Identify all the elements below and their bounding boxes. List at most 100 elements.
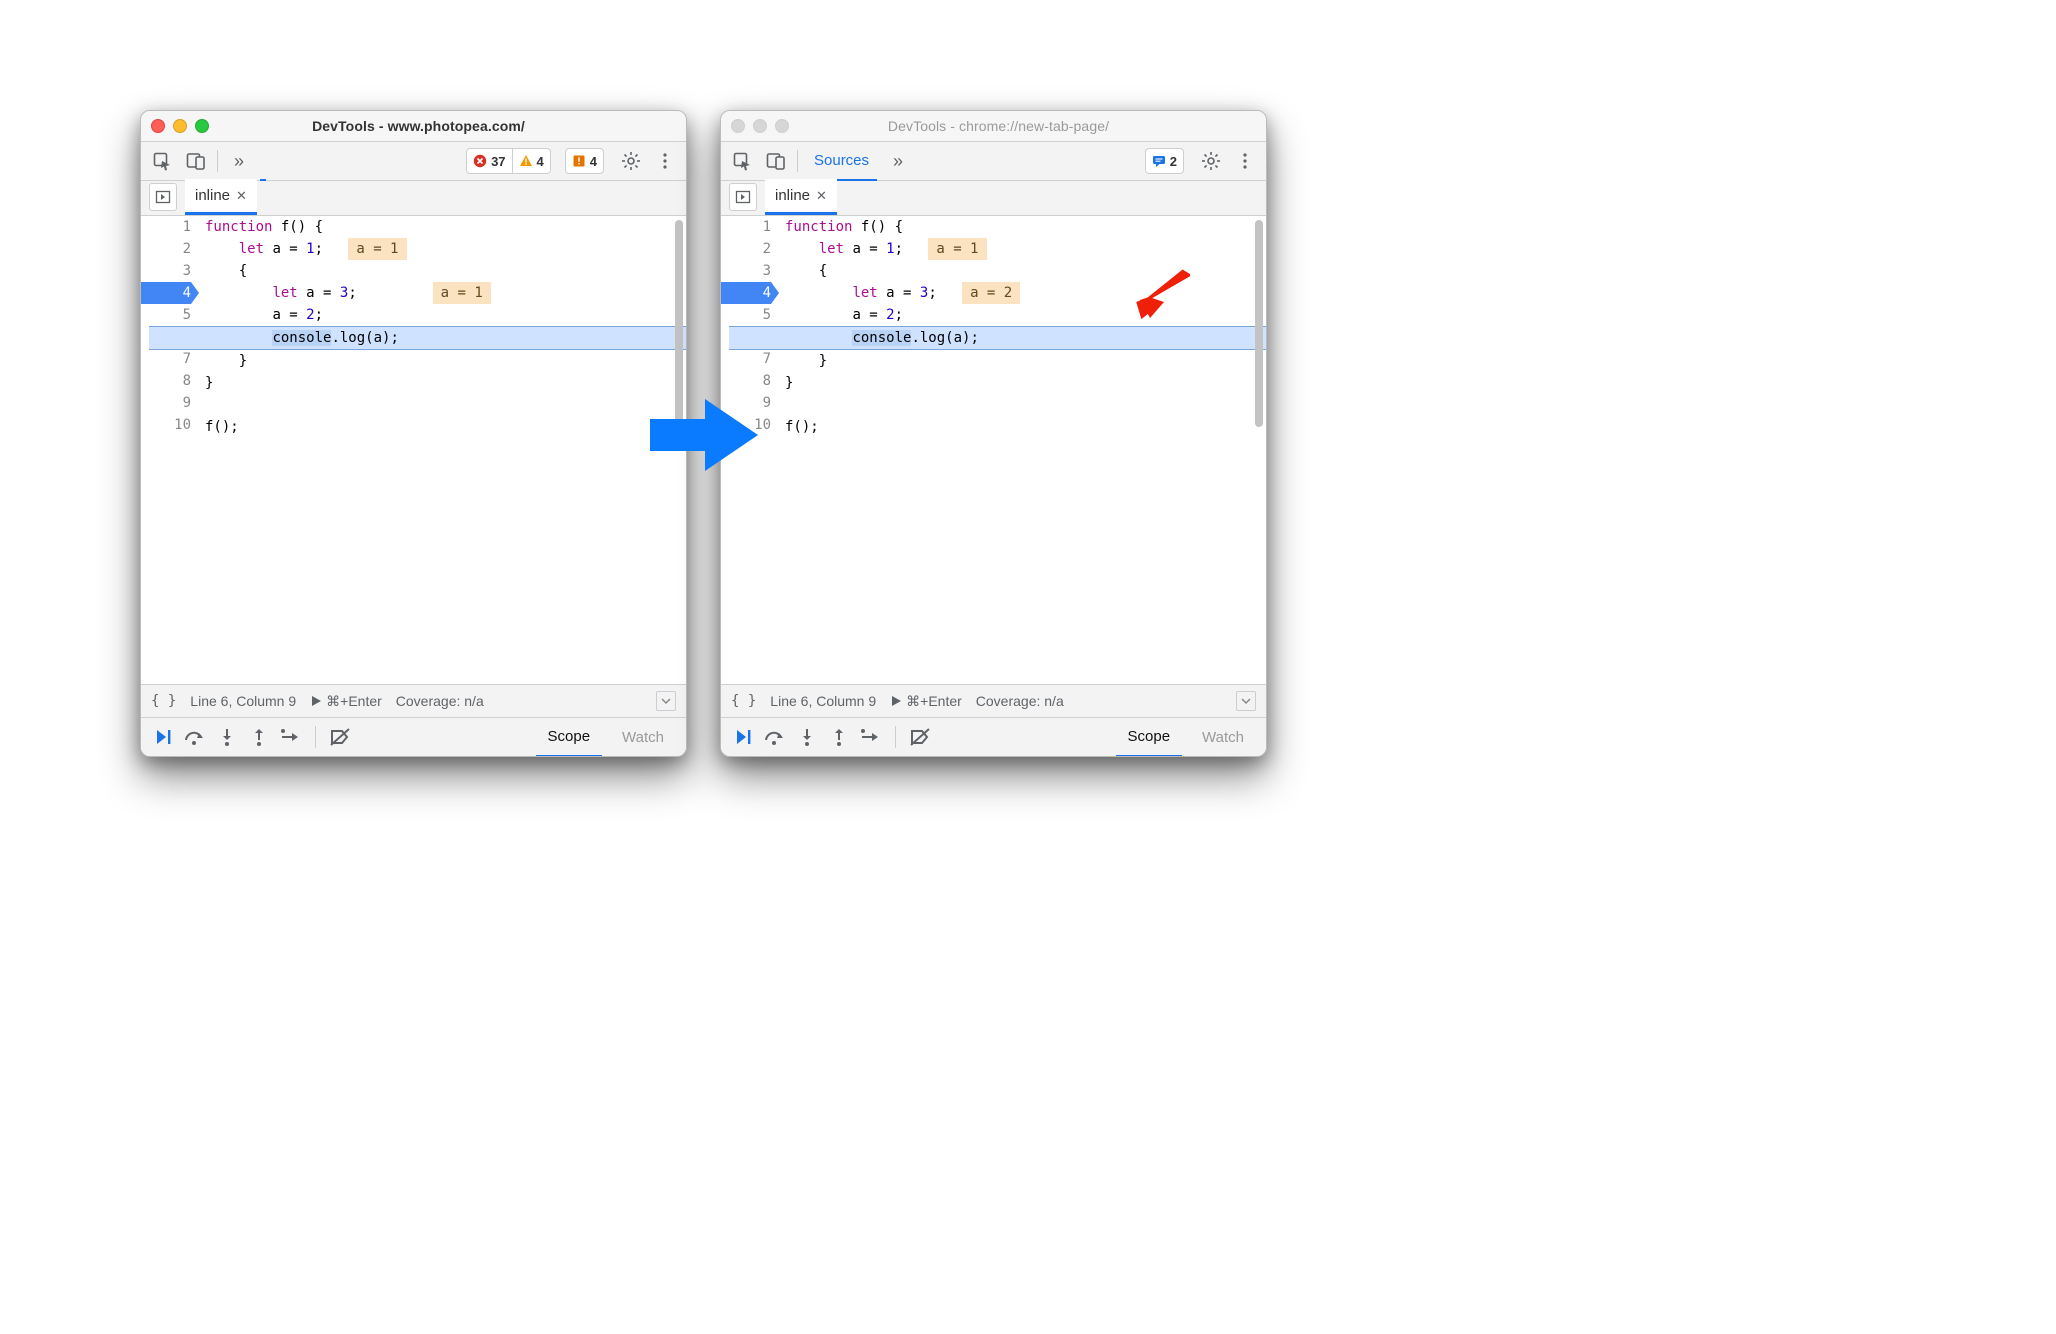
code-line[interactable]: { <box>205 260 686 282</box>
step-icon[interactable] <box>279 725 303 749</box>
code-editor[interactable]: 12345678910 function f() { let a = 1; a … <box>721 216 1266 684</box>
step-over-icon[interactable] <box>183 725 207 749</box>
minimize-window-icon[interactable] <box>173 119 187 133</box>
code-line[interactable]: f(); <box>785 416 1266 438</box>
step-into-icon[interactable] <box>795 725 819 749</box>
code-line[interactable] <box>785 394 1266 416</box>
code-line[interactable]: let a = 1; a = 1 <box>785 238 1266 260</box>
code-content[interactable]: function f() { let a = 1; a = 1 { let a … <box>199 216 686 684</box>
resume-icon[interactable] <box>151 725 175 749</box>
run-snippet[interactable]: ⌘+Enter <box>310 693 382 710</box>
line-number[interactable]: 5 <box>721 304 771 326</box>
code-line[interactable]: } <box>785 350 1266 372</box>
file-tab-inline[interactable]: inline ✕ <box>765 179 837 215</box>
issues-chip[interactable]: 4 <box>565 148 604 174</box>
resume-icon[interactable] <box>731 725 755 749</box>
zoom-window-icon[interactable] <box>195 119 209 133</box>
close-window-icon[interactable] <box>731 119 745 133</box>
code-line[interactable]: let a = 3; a = 2 <box>785 282 1266 304</box>
code-content[interactable]: function f() { let a = 1; a = 1 { let a … <box>779 216 1266 684</box>
devtools-window-left: DevTools - www.photopea.com/ » 37 <box>140 110 687 757</box>
minimize-window-icon[interactable] <box>753 119 767 133</box>
code-line[interactable]: let a = 1; a = 1 <box>205 238 686 260</box>
code-line[interactable]: } <box>785 372 1266 394</box>
line-number[interactable]: 10 <box>141 414 191 436</box>
code-line[interactable]: f(); <box>205 416 686 438</box>
more-panels-icon[interactable]: » <box>226 148 252 174</box>
line-number[interactable]: 7 <box>721 348 771 370</box>
sources-tab[interactable]: Sources <box>806 142 877 182</box>
line-number[interactable]: 7 <box>141 348 191 370</box>
run-snippet[interactable]: ⌘+Enter <box>890 693 962 710</box>
line-number[interactable]: 4 <box>721 282 779 304</box>
scope-tab[interactable]: Scope <box>1116 718 1183 758</box>
line-number[interactable]: 2 <box>721 238 771 260</box>
inspect-element-icon[interactable] <box>149 148 175 174</box>
code-line[interactable]: console.log(a); <box>729 326 1266 350</box>
pretty-print-icon[interactable]: { } <box>731 693 756 709</box>
watch-tab[interactable]: Watch <box>610 719 676 756</box>
line-number[interactable]: 9 <box>141 392 191 414</box>
code-line[interactable] <box>205 394 686 416</box>
line-number[interactable]: 2 <box>141 238 191 260</box>
step-over-icon[interactable] <box>763 725 787 749</box>
scope-tab[interactable]: Scope <box>536 718 603 758</box>
close-tab-icon[interactable]: ✕ <box>816 188 827 204</box>
code-line[interactable]: } <box>205 350 686 372</box>
more-panels-icon[interactable]: » <box>885 148 911 174</box>
line-number[interactable]: 3 <box>721 260 771 282</box>
expand-panel-icon[interactable] <box>1236 691 1256 711</box>
line-number[interactable]: 8 <box>721 370 771 392</box>
device-mode-icon[interactable] <box>763 148 789 174</box>
code-line[interactable]: a = 2; <box>205 304 686 326</box>
expand-panel-icon[interactable] <box>656 691 676 711</box>
close-tab-icon[interactable]: ✕ <box>236 188 247 204</box>
step-out-icon[interactable] <box>827 725 851 749</box>
code-editor[interactable]: 12345678910 function f() { let a = 1; a … <box>141 216 686 684</box>
titlebar[interactable]: DevTools - chrome://new-tab-page/ <box>721 111 1266 142</box>
device-mode-icon[interactable] <box>183 148 209 174</box>
code-line[interactable]: function f() { <box>205 216 686 238</box>
scrollbar[interactable] <box>1255 220 1263 680</box>
line-number[interactable]: 1 <box>721 216 771 238</box>
close-window-icon[interactable] <box>151 119 165 133</box>
line-gutter[interactable]: 12345678910 <box>141 216 199 684</box>
issues-chip[interactable]: 2 <box>1145 148 1184 174</box>
settings-icon[interactable] <box>1198 148 1224 174</box>
kebab-menu-icon[interactable] <box>1232 148 1258 174</box>
inspect-element-icon[interactable] <box>729 148 755 174</box>
code-line[interactable]: } <box>205 372 686 394</box>
navigator-toggle-icon[interactable] <box>729 183 757 211</box>
pretty-print-icon[interactable]: { } <box>151 693 176 709</box>
code-line[interactable]: function f() { <box>785 216 1266 238</box>
line-number[interactable]: 3 <box>141 260 191 282</box>
line-number[interactable]: 1 <box>141 216 191 238</box>
warnings-count: 4 <box>537 154 544 169</box>
settings-icon[interactable] <box>618 148 644 174</box>
issue-icon <box>572 154 586 168</box>
navigator-toggle-icon[interactable] <box>149 183 177 211</box>
line-number[interactable]: 4 <box>141 282 199 304</box>
deactivate-breakpoints-icon[interactable] <box>328 725 352 749</box>
errors-chip[interactable]: 37 <box>466 148 512 174</box>
step-out-icon[interactable] <box>247 725 271 749</box>
kebab-menu-icon[interactable] <box>652 148 678 174</box>
code-line[interactable]: console.log(a); <box>149 326 686 350</box>
warnings-chip[interactable]: 4 <box>513 148 551 174</box>
line-number[interactable]: 5 <box>141 304 191 326</box>
file-tab-inline[interactable]: inline ✕ <box>185 179 257 215</box>
debugger-toolbar: Scope Watch <box>141 717 686 756</box>
zoom-window-icon[interactable] <box>775 119 789 133</box>
console-counters[interactable]: 37 4 <box>466 148 551 174</box>
titlebar[interactable]: DevTools - www.photopea.com/ <box>141 111 686 142</box>
traffic-lights[interactable] <box>731 119 789 133</box>
traffic-lights[interactable] <box>151 119 209 133</box>
step-icon[interactable] <box>859 725 883 749</box>
step-into-icon[interactable] <box>215 725 239 749</box>
code-line[interactable]: let a = 3; a = 1 <box>205 282 686 304</box>
code-line[interactable]: { <box>785 260 1266 282</box>
line-number[interactable]: 8 <box>141 370 191 392</box>
watch-tab[interactable]: Watch <box>1190 719 1256 756</box>
code-line[interactable]: a = 2; <box>785 304 1266 326</box>
deactivate-breakpoints-icon[interactable] <box>908 725 932 749</box>
